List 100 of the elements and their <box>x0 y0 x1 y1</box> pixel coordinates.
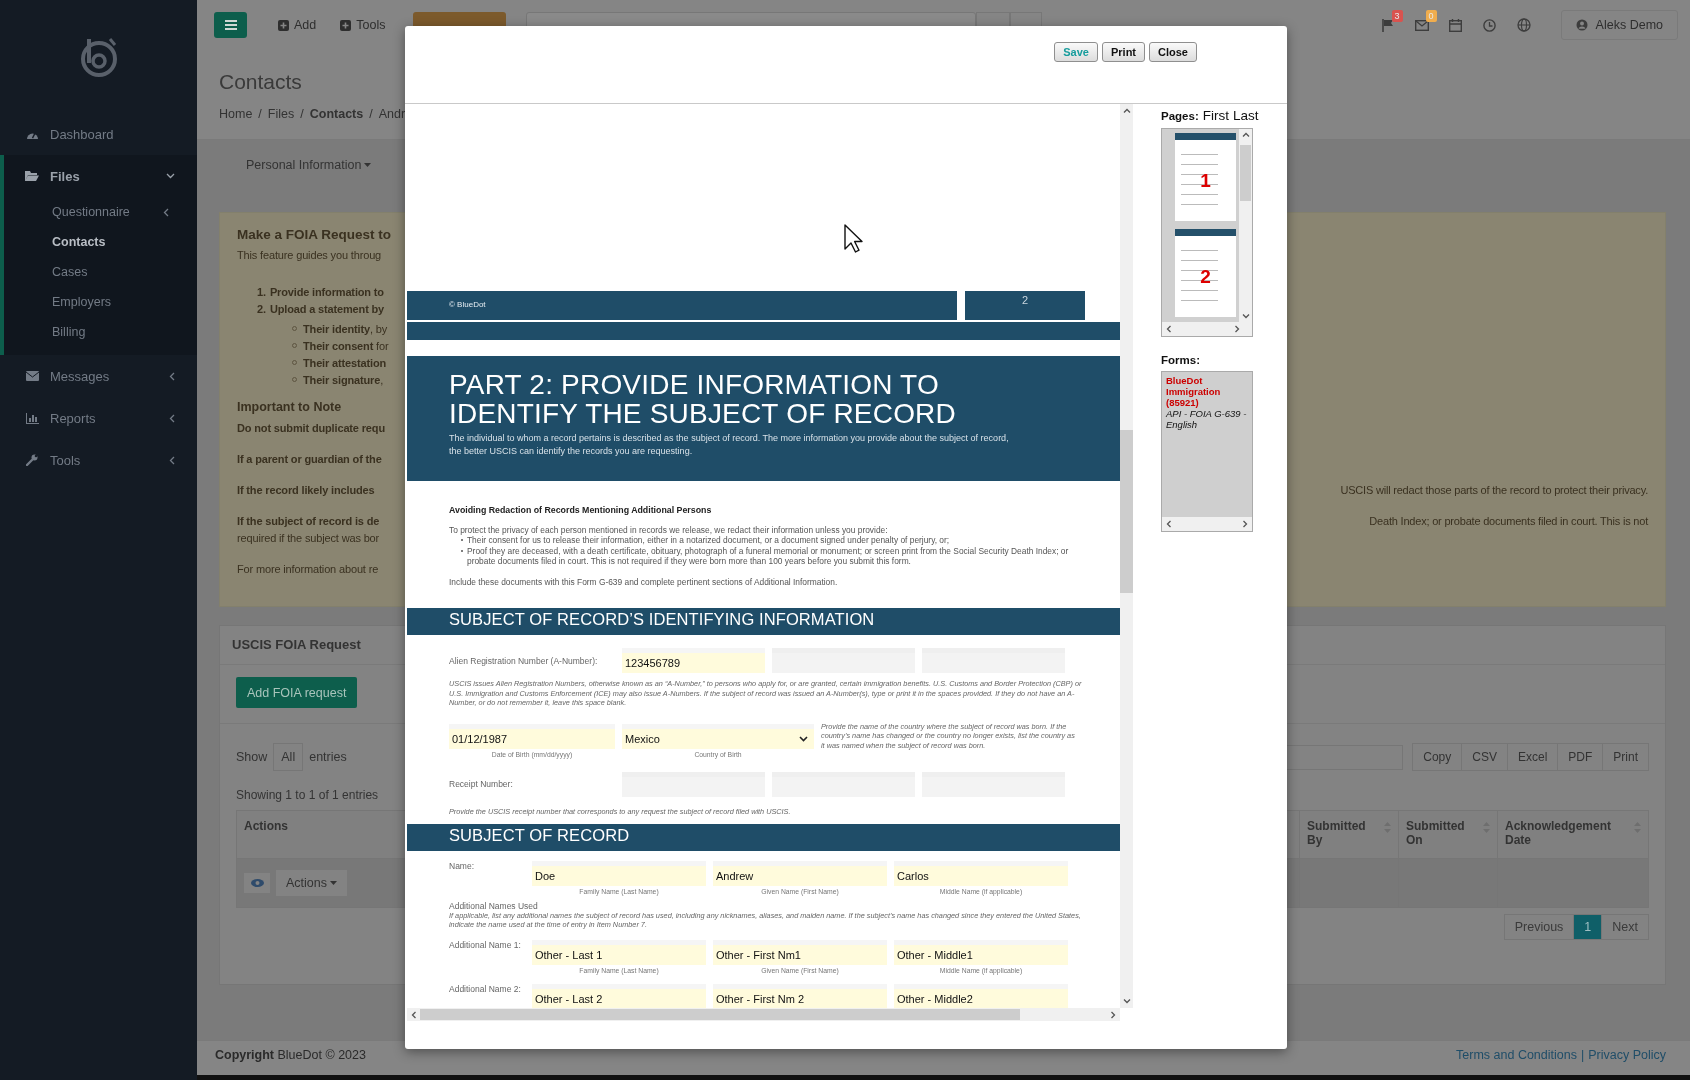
page-number: 2 <box>1021 294 1029 306</box>
page-button[interactable]: 1 <box>1573 914 1603 940</box>
globe-icon <box>1516 18 1531 32</box>
input-field[interactable]: Other - Last 1 <box>532 939 706 965</box>
footer-link[interactable]: Privacy Policy <box>1588 1048 1666 1062</box>
note-title: Important to Note <box>237 400 342 414</box>
page-title: Contacts <box>219 70 303 95</box>
breadcrumb-separator: / <box>300 107 304 121</box>
count-badge: 3 <box>1391 10 1403 22</box>
plus-square-icon <box>340 19 352 31</box>
count-badge: 0 <box>1425 10 1437 22</box>
bullet-text: Their consent for us to release their information, either in a notarized document, or a document signed under penalty of perjury, or; <box>467 535 950 546</box>
forms-label: Forms: <box>1161 354 1201 366</box>
breadcrumb-separator: / <box>258 107 262 121</box>
note-text: Death Index; or probate documents filed in court. This is not <box>1369 515 1648 529</box>
sidebar-subitem[interactable]: Billing <box>4 317 197 347</box>
input-field[interactable]: Doe <box>532 860 706 886</box>
sidebar-subitem[interactable]: Contacts <box>4 227 197 257</box>
step-detail: Their attestation <box>303 356 387 369</box>
page-link[interactable]: First <box>1202 108 1229 123</box>
paragraph-text: Include these documents with this Form G-639 and complete pertinent sections of Additional Information. <box>449 576 839 587</box>
field-label: Additional Name 1: <box>449 939 522 950</box>
step-text: Upload a statement by <box>269 303 385 317</box>
sidebar-subitem[interactable]: Questionnaire <box>4 197 197 227</box>
section-title: SUBJECT OF RECORD’S IDENTIFYING INFORMATION <box>449 610 875 628</box>
menu-button[interactable] <box>214 12 247 38</box>
user-icon <box>1575 19 1588 31</box>
input-field[interactable]: Other - Middle2 <box>894 983 1068 1008</box>
modal-button[interactable]: Save <box>1054 42 1098 62</box>
sidebar-item[interactable]: Messages <box>0 355 197 397</box>
step-text: Provide information to <box>269 286 384 300</box>
step-number: 2. <box>257 303 266 317</box>
notice-text: This feature guides you throug <box>237 249 382 261</box>
scroll-right-icon <box>1243 520 1248 528</box>
horizontal-scrollbar[interactable] <box>407 1008 1120 1021</box>
export-button[interactable]: Copy <box>1412 743 1463 771</box>
folder-icon <box>25 170 39 182</box>
sidebar-subitem[interactable]: Employers <box>4 287 197 317</box>
modal-button[interactable]: Close <box>1149 42 1197 62</box>
input-field[interactable]: Other - First Nm1 <box>713 939 887 965</box>
input-field[interactable]: 01/12/1987 <box>449 723 615 749</box>
input-field[interactable]: Other - Last 2 <box>532 983 706 1008</box>
breadcrumb-link[interactable]: Contacts <box>309 107 364 121</box>
modal-button[interactable]: Print <box>1101 42 1146 62</box>
part-subtitle: The individual to whom a record pertains is described as the subject of record. The more information you provide about the subject of record, the better USCIS can identify the records you are requesting. <box>449 432 1010 458</box>
scroll-left-icon <box>1166 325 1171 333</box>
notice-title: Make a FOIA Request to <box>237 227 392 242</box>
envelope-icon <box>1414 19 1429 31</box>
toolbar-button[interactable]: Tools <box>334 12 392 38</box>
country-select[interactable]: Mexico <box>622 723 814 749</box>
vertical-scrollbar[interactable] <box>1120 104 1133 1008</box>
step-detail: Their signature, <box>303 373 384 386</box>
note-text: USCIS will redact those parts of the record to protect their privacy. <box>1340 484 1648 498</box>
part-title: PART 2: PROVIDE INFORMATION TO IDENTIFY THE SUBJECT OF RECORD <box>449 370 957 428</box>
view-button[interactable] <box>244 873 270 893</box>
input-field[interactable]: 123456789 <box>622 648 765 673</box>
page-button[interactable]: Next <box>1601 914 1649 940</box>
scroll-down-icon <box>1241 314 1250 319</box>
breadcrumb-link[interactable]: Andr <box>378 107 406 121</box>
field-label: Additional Name 2: <box>449 983 522 994</box>
page-thumbnail[interactable]: 2 <box>1175 229 1236 317</box>
input-field[interactable]: Andrew <box>713 860 887 886</box>
field-label: Name: <box>449 860 476 871</box>
bullet-text: Proof they are deceased, with a death certificate, obituary, photograph of a funeral memorial or monument; or screen print from the Social Security Death Index; or probate documents filed in court. This is not required if they were born more than 100 years before you submit this form. <box>467 545 1070 567</box>
breadcrumb-link[interactable]: Home <box>219 107 253 121</box>
export-button[interactable]: CSV <box>1461 743 1508 771</box>
bar-chart-icon <box>25 412 39 424</box>
sidebar-subitem[interactable]: Cases <box>4 257 197 287</box>
page-thumbnail[interactable]: 1 <box>1175 133 1236 221</box>
scroll-up-icon <box>1241 132 1250 137</box>
section-tab[interactable]: Personal Information <box>246 158 372 172</box>
sidebar-item[interactable]: Tools <box>0 439 197 481</box>
footer-copyright: © BlueDot <box>449 300 486 309</box>
scroll-up-icon <box>1122 108 1131 113</box>
form-link[interactable]: BlueDot Immigration (85921) <box>1166 375 1249 408</box>
sidebar-item[interactable]: Reports <box>0 397 197 439</box>
field-label: Receipt Number: <box>449 779 514 789</box>
notification-button[interactable]: 3 <box>1370 12 1405 38</box>
envelope-icon <box>25 371 39 381</box>
export-button[interactable]: PDF <box>1557 743 1604 771</box>
user-menu[interactable]: Aleks Demo <box>1560 10 1678 40</box>
export-button[interactable]: Excel <box>1506 743 1559 771</box>
step-detail: Their identity, by <box>303 322 388 335</box>
page-link[interactable]: Last <box>1232 108 1259 123</box>
add-request-button[interactable]: Add FOIA request <box>236 677 358 708</box>
sidebar-item[interactable]: Dashboard <box>0 113 197 155</box>
scroll-left-icon <box>1166 520 1171 528</box>
footer-link[interactable]: Terms and Conditions <box>1456 1048 1577 1062</box>
input-field[interactable]: Other - First Nm 2 <box>713 983 887 1008</box>
input-field[interactable]: Other - Middle1 <box>894 939 1068 965</box>
breadcrumb-link[interactable]: Files <box>267 107 295 121</box>
input-field[interactable]: Carlos <box>894 860 1068 886</box>
sidebar-item[interactable]: Files <box>4 155 197 197</box>
export-button[interactable]: Print <box>1602 743 1649 771</box>
actions-button[interactable]: Actions <box>276 870 347 896</box>
breadcrumb-separator: / <box>369 107 373 121</box>
entries-select[interactable]: All <box>273 743 304 771</box>
toolbar-button[interactable]: Add <box>272 12 323 38</box>
caret-icon <box>364 163 372 167</box>
plus-square-icon <box>278 19 289 31</box>
